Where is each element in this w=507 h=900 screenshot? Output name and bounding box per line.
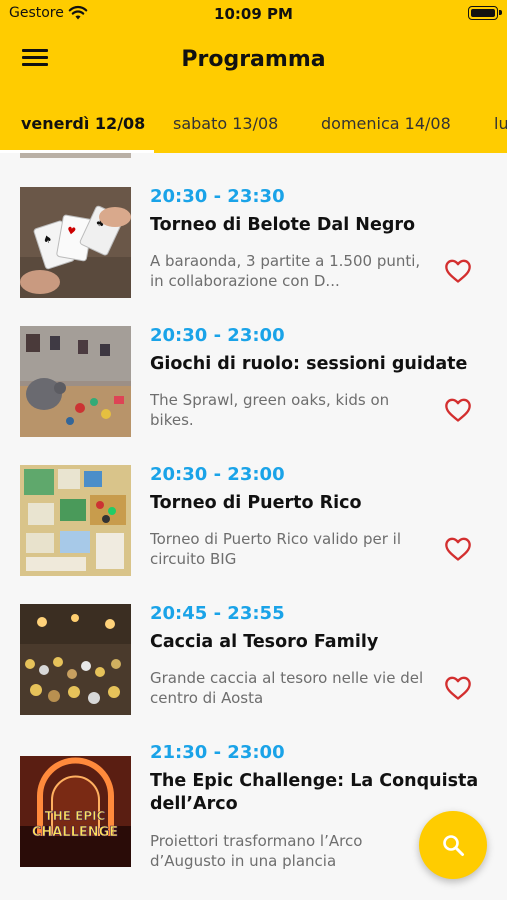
epic-title-line1: THE EPIC [45, 809, 106, 823]
event-thumbnail-epic-challenge: THE EPIC CHALLENGE [20, 756, 131, 867]
status-bar: Gestore 10:09 PM [0, 0, 507, 28]
status-time: 10:09 PM [214, 5, 293, 23]
heart-outline-icon[interactable] [444, 397, 472, 423]
app-header: Gestore 10:09 PM Programma venerdì 12/08… [0, 0, 507, 153]
event-list[interactable]: ♠ ♥ ♣ 20:30 - 23:30 Torneo di Belote Dal… [0, 153, 507, 900]
event-item[interactable]: ♠ ♥ ♣ 20:30 - 23:30 Torneo di Belote Dal… [0, 153, 507, 298]
event-item[interactable]: 20:30 - 23:00 Torneo di Puerto Rico Torn… [0, 431, 507, 576]
search-icon [443, 835, 464, 856]
event-thumbnail-miniatures [20, 326, 131, 437]
event-time: 21:30 - 23:00 [150, 742, 285, 763]
event-description: The Sprawl, green oaks, kids on bikes. [150, 391, 390, 429]
event-time: 20:30 - 23:30 [150, 186, 285, 207]
event-item[interactable]: 20:45 - 23:55 Caccia al Tesoro Family Gr… [0, 570, 507, 715]
event-description: Grande caccia al tesoro nelle vie del ce… [150, 669, 424, 707]
day-tabs: venerdì 12/08 sabato 13/08 domenica 14/0… [0, 100, 507, 153]
epic-title-line2: CHALLENGE [32, 825, 118, 840]
tab-venerdi[interactable]: venerdì 12/08 [21, 114, 145, 133]
event-thumbnail-boardgame [20, 465, 131, 576]
event-title: Torneo di Puerto Rico [150, 493, 362, 513]
battery-icon [468, 6, 502, 20]
event-title: Caccia al Tesoro Family [150, 632, 379, 652]
event-item[interactable]: 20:30 - 23:00 Giochi di ruolo: sessioni … [0, 292, 507, 437]
event-time: 20:30 - 23:00 [150, 325, 285, 346]
event-thumbnail-crowd [20, 604, 131, 715]
event-description: Proiettori trasformano l’Arco d’Augusto … [150, 832, 363, 870]
event-time: 20:30 - 23:00 [150, 464, 285, 485]
search-button[interactable] [419, 811, 487, 879]
event-title: Giochi di ruolo: sessioni guidate [150, 354, 468, 374]
event-description: A baraonda, 3 partite a 1.500 punti, in … [150, 252, 421, 290]
tab-lunedi[interactable]: lu [494, 114, 507, 133]
heart-outline-icon[interactable] [444, 258, 472, 284]
tab-sabato[interactable]: sabato 13/08 [173, 114, 278, 133]
event-description: Torneo di Puerto Rico valido per il circ… [150, 530, 402, 568]
heart-outline-icon[interactable] [444, 675, 472, 701]
page-title: Programma [181, 47, 326, 72]
event-time: 20:45 - 23:55 [150, 603, 285, 624]
svg-text:♥: ♥ [66, 226, 77, 238]
heart-outline-icon[interactable] [444, 536, 472, 562]
event-thumbnail-cards: ♠ ♥ ♣ [20, 187, 131, 298]
tab-domenica[interactable]: domenica 14/08 [321, 114, 451, 133]
event-title: Torneo di Belote Dal Negro [150, 215, 416, 235]
event-title: The Epic Challenge: La Conquista dell’Ar… [150, 771, 479, 814]
